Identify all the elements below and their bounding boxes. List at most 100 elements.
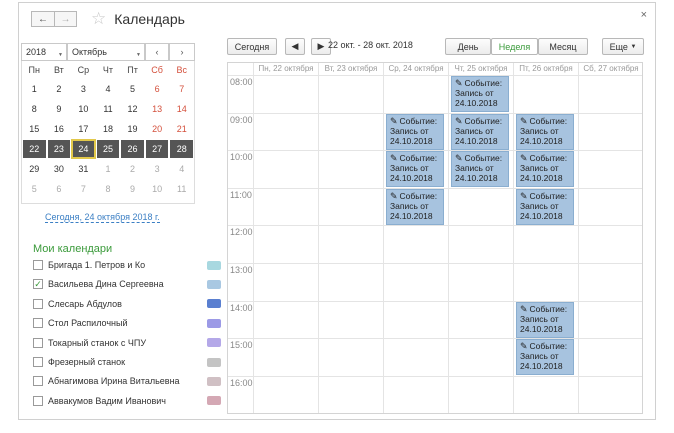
calendar-day[interactable]: 5 — [120, 79, 145, 99]
calendar-list-item[interactable]: Бригада 1. Петров и Ко — [33, 258, 221, 272]
calendar-day[interactable]: 23 — [46, 139, 72, 159]
calendar-day[interactable]: 18 — [96, 119, 121, 139]
calendar-event[interactable]: ✎ Событие: Запись от 24.10.2018 — [386, 113, 444, 150]
checkbox-icon[interactable] — [33, 298, 43, 309]
calendar-list-item[interactable]: Слесарь Абдулов — [33, 297, 221, 311]
calendar-day[interactable]: 22 — [22, 139, 47, 159]
checkbox-icon[interactable] — [33, 395, 43, 406]
calendar-day[interactable]: 2 — [120, 159, 145, 179]
prev-week-button[interactable]: ◀ — [285, 38, 305, 55]
calendar-list-item[interactable]: Фрезерный станок — [33, 355, 221, 369]
calendar-color-swatch[interactable] — [207, 299, 221, 309]
calendar-day[interactable]: 11 — [96, 99, 121, 119]
hour-label: 15:00 — [230, 340, 253, 351]
calendar-day[interactable]: 10 — [71, 99, 96, 119]
checkbox-icon[interactable] — [33, 337, 43, 348]
hour-label: 10:00 — [230, 152, 253, 163]
calendar-color-swatch[interactable] — [207, 279, 221, 289]
calendar-day[interactable]: 13 — [145, 99, 170, 119]
calendar-day[interactable]: 7 — [169, 79, 194, 99]
mini-next-month-button[interactable]: › — [169, 43, 195, 61]
calendar-color-swatch[interactable] — [207, 396, 221, 406]
calendar-day[interactable]: 3 — [71, 79, 96, 99]
calendar-day[interactable]: 1 — [22, 79, 47, 99]
calendar-list-item[interactable]: Абнагимова Ирина Витальевна — [33, 374, 221, 388]
calendar-day[interactable]: 6 — [145, 79, 170, 99]
calendar-day[interactable]: 28 — [169, 139, 194, 159]
forward-button[interactable]: → — [54, 11, 77, 27]
calendar-day[interactable]: 5 — [22, 179, 47, 199]
calendar-day[interactable]: 31 — [71, 159, 96, 179]
calendar-event[interactable]: ✎ Событие: Запись от 24.10.2018 — [451, 76, 509, 112]
calendar-label: Слесарь Абдулов — [48, 298, 122, 309]
calendar-day[interactable]: 9 — [47, 99, 72, 119]
calendar-color-swatch[interactable] — [207, 357, 221, 367]
month-select[interactable]: Октябрь ▼ — [67, 43, 145, 61]
view-week-button[interactable]: Неделя — [491, 38, 538, 55]
checkbox-icon[interactable] — [33, 357, 43, 367]
calendar-event[interactable]: ✎ Событие: Запись от 24.10.2018 — [386, 151, 444, 188]
calendar-day[interactable]: 8 — [22, 99, 47, 119]
view-month-button[interactable]: Месяц — [538, 38, 588, 55]
hour-label: 09:00 — [230, 114, 253, 125]
calendar-color-swatch[interactable] — [207, 376, 221, 386]
calendar-event[interactable]: ✎ Событие: Запись от 24.10.2018 — [516, 301, 574, 338]
calendar-list-item[interactable]: ✓ Васильева Дина Сергеевна — [33, 277, 221, 291]
calendar-day[interactable]: 16 — [47, 119, 72, 139]
calendar-label: Стол Распилочный — [48, 318, 128, 329]
calendar-list-item[interactable]: Токарный станок с ЧПУ — [33, 336, 221, 350]
back-button[interactable]: ← — [31, 11, 54, 27]
calendar-day[interactable]: 2 — [47, 79, 72, 99]
calendar-day[interactable]: 20 — [145, 119, 170, 139]
checkbox-checked-icon[interactable]: ✓ — [33, 279, 43, 290]
year-select[interactable]: 2018 ▼ — [21, 43, 67, 61]
calendar-event[interactable]: ✎ Событие: Запись от 24.10.2018 — [451, 151, 509, 188]
calendar-event[interactable]: ✎ Событие: Запись от 24.10.2018 — [386, 188, 444, 225]
calendar-day[interactable]: 15 — [22, 119, 47, 139]
calendar-day[interactable]: 29 — [22, 159, 47, 179]
calendar-day[interactable]: 8 — [96, 179, 121, 199]
calendar-day[interactable]: 12 — [120, 99, 145, 119]
mini-prev-month-button[interactable]: ‹ — [145, 43, 169, 61]
calendar-day[interactable]: 26 — [120, 139, 145, 159]
calendar-label: Токарный станок с ЧПУ — [48, 337, 147, 348]
calendar-day[interactable]: 10 — [145, 179, 170, 199]
calendar-day[interactable]: 9 — [120, 179, 145, 199]
my-calendars-title: Мои календари — [33, 243, 113, 255]
calendar-event[interactable]: ✎ Событие: Запись от 24.10.2018 — [516, 188, 574, 225]
checkbox-icon[interactable] — [33, 318, 43, 329]
favorite-star-icon[interactable]: ☆ — [91, 10, 106, 27]
calendar-day[interactable]: 24 — [71, 139, 96, 159]
calendar-event[interactable]: ✎ Событие: Запись от 24.10.2018 — [451, 113, 509, 150]
calendar-day[interactable]: 4 — [169, 159, 194, 179]
view-day-button[interactable]: День — [445, 38, 491, 55]
checkbox-icon[interactable] — [33, 260, 43, 270]
calendar-day[interactable]: 11 — [169, 179, 194, 199]
calendar-list-item[interactable]: Аввакумов Вадим Иванович — [33, 394, 221, 408]
checkbox-icon[interactable] — [33, 376, 43, 387]
calendar-day[interactable]: 17 — [71, 119, 96, 139]
close-icon[interactable]: × — [641, 9, 647, 21]
calendar-day[interactable]: 14 — [169, 99, 194, 119]
calendar-day[interactable]: 21 — [169, 119, 194, 139]
calendar-day[interactable]: 7 — [71, 179, 96, 199]
calendar-day[interactable]: 25 — [95, 139, 121, 159]
calendar-day[interactable]: 3 — [145, 159, 170, 179]
calendar-event[interactable]: ✎ Событие: Запись от 24.10.2018 — [516, 339, 574, 376]
today-button[interactable]: Сегодня — [227, 38, 277, 55]
calendar-day[interactable]: 1 — [96, 159, 121, 179]
more-menu-button[interactable]: Еще ▼ — [602, 38, 644, 55]
calendar-day[interactable]: 6 — [47, 179, 72, 199]
calendar-day[interactable]: 30 — [47, 159, 72, 179]
calendar-color-swatch[interactable] — [207, 318, 221, 328]
calendar-color-swatch[interactable] — [207, 260, 221, 270]
calendar-day[interactable]: 27 — [144, 139, 170, 159]
calendar-day[interactable]: 19 — [120, 119, 145, 139]
calendar-color-swatch[interactable] — [207, 338, 221, 348]
calendar-list-item[interactable]: Стол Распилочный — [33, 316, 221, 330]
today-link[interactable]: Сегодня, 24 октября 2018 г. — [45, 212, 160, 223]
calendar-day[interactable]: 4 — [96, 79, 121, 99]
calendar-event[interactable]: ✎ Событие: Запись от 24.10.2018 — [516, 151, 574, 188]
date-range-label: 22 окт. - 28 окт. 2018 — [328, 40, 413, 50]
calendar-event[interactable]: ✎ Событие: Запись от 24.10.2018 — [516, 113, 574, 150]
